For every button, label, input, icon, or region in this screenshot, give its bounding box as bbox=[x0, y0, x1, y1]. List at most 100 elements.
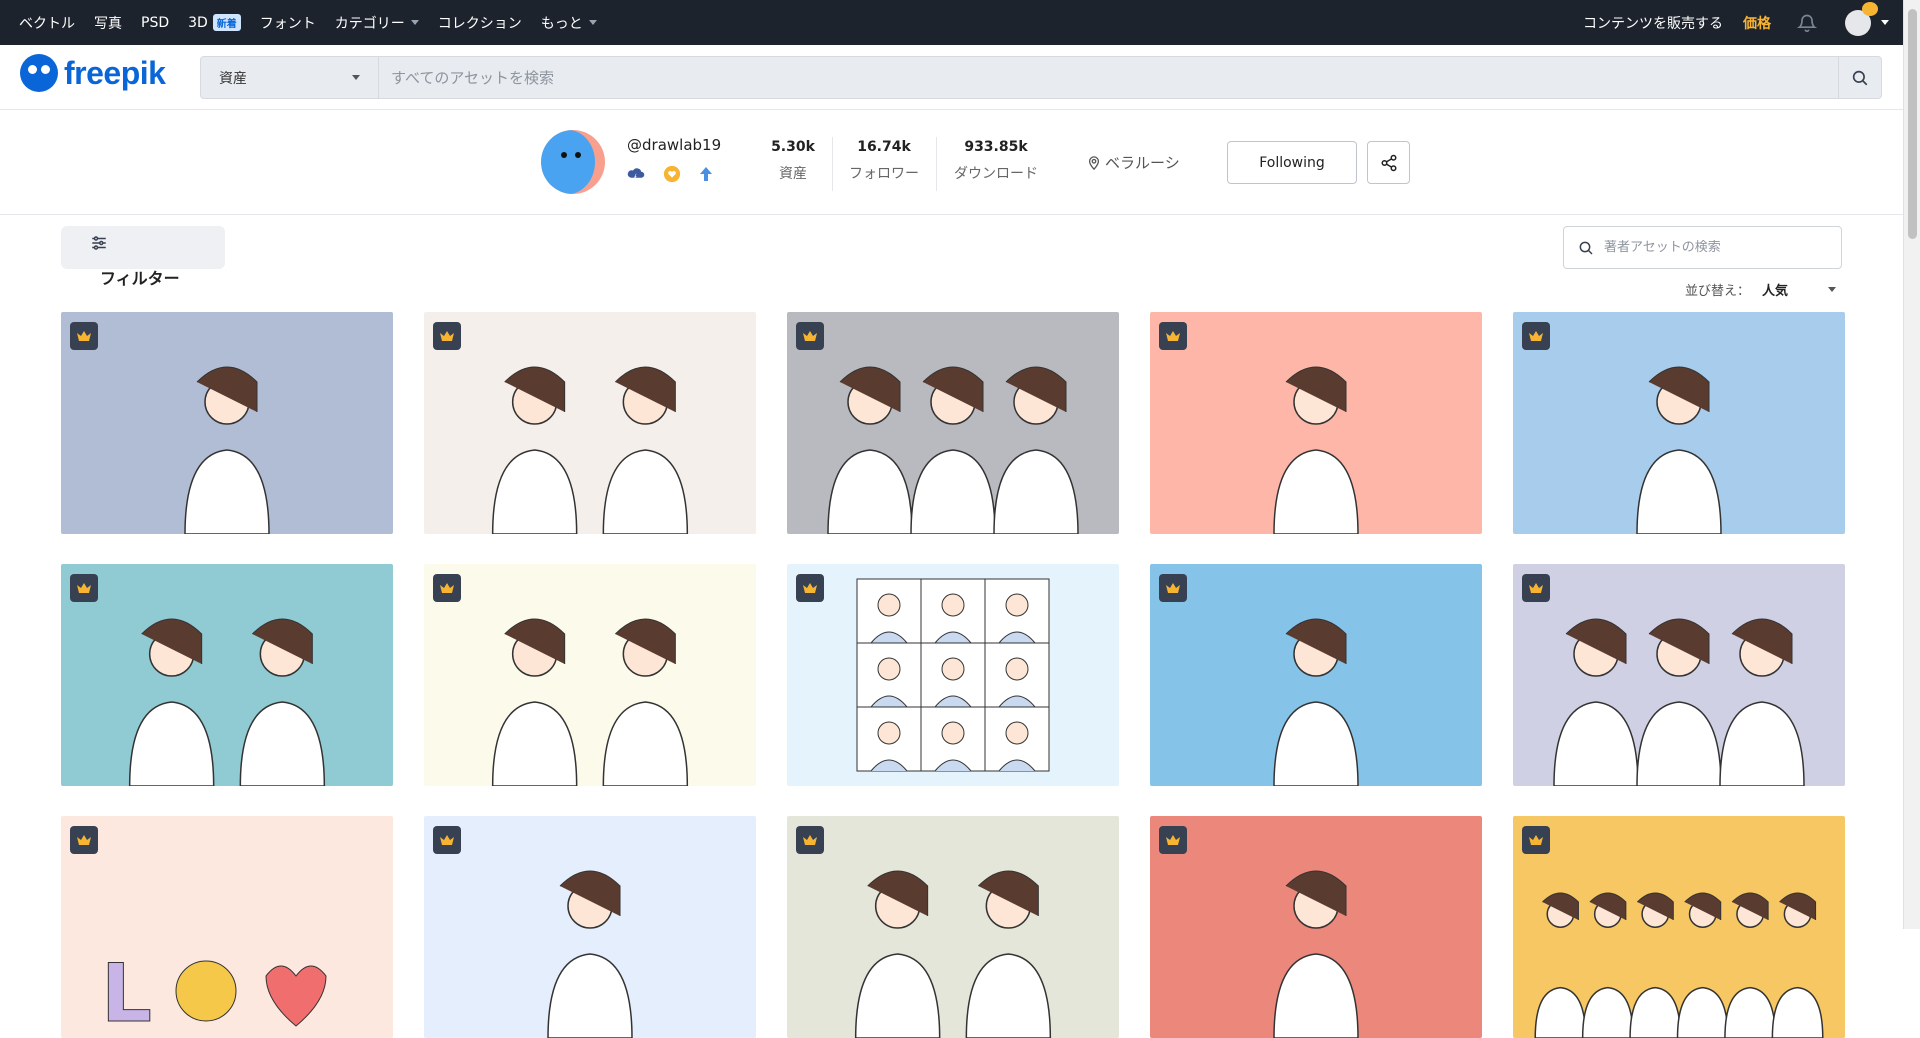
illustration-image bbox=[547, 870, 633, 1038]
stat-value: 16.74k bbox=[857, 139, 911, 155]
stat-downloads: 933.85k ダウンロード bbox=[950, 139, 1042, 183]
asset-card-celebrating-crowd[interactable] bbox=[1513, 816, 1845, 1038]
share-icon bbox=[1381, 154, 1396, 171]
premium-badge bbox=[1159, 826, 1187, 854]
illustration-image bbox=[1636, 366, 1722, 534]
asset-card-surprised-women[interactable] bbox=[61, 564, 393, 786]
nav-3d[interactable]: 3D 新着 bbox=[188, 14, 241, 31]
illustration-image bbox=[1273, 618, 1359, 786]
crown-icon bbox=[1166, 583, 1180, 593]
bell-icon[interactable] bbox=[1797, 13, 1817, 33]
illustration-image bbox=[1534, 892, 1824, 1038]
premium-badge bbox=[70, 322, 98, 350]
premium-badge bbox=[70, 574, 98, 602]
stat-label: 資産 bbox=[779, 166, 807, 182]
asset-card-love-letters[interactable]: L bbox=[61, 816, 393, 1038]
asset-card-video-call-grid[interactable] bbox=[787, 564, 1119, 786]
asset-card-upset-woman[interactable] bbox=[1150, 816, 1482, 1038]
illustration-image bbox=[128, 618, 326, 786]
asset-card-call-center-team[interactable] bbox=[1513, 564, 1845, 786]
chevron-down-icon[interactable] bbox=[1881, 20, 1889, 25]
scrollbar-thumb[interactable] bbox=[1908, 9, 1917, 239]
asset-card-thumbs-up-person[interactable] bbox=[1150, 564, 1482, 786]
author-username: @drawlab19 bbox=[627, 136, 722, 154]
crown-icon bbox=[803, 331, 817, 341]
pricing-link[interactable]: 価格 bbox=[1743, 13, 1771, 33]
site-header: freepik 資産 bbox=[0, 45, 1903, 110]
filter-button[interactable] bbox=[61, 226, 225, 269]
sliders-icon bbox=[92, 236, 106, 250]
asset-card-thinking-woman-lightbulb[interactable] bbox=[1513, 312, 1845, 534]
nav-label: ベクトル bbox=[19, 15, 75, 32]
illustration-image bbox=[1273, 870, 1359, 1038]
author-badges bbox=[627, 165, 713, 183]
stat-followers: 16.74k フォロワー bbox=[846, 139, 922, 183]
crown-icon bbox=[1862, 1, 1878, 16]
heart-medal-icon bbox=[663, 165, 681, 183]
logo-mascot-icon bbox=[20, 54, 58, 92]
chevron-down-icon bbox=[410, 20, 419, 25]
location-pin-icon bbox=[1088, 155, 1100, 170]
nav-psd[interactable]: PSD bbox=[141, 15, 169, 31]
stat-label: ダウンロード bbox=[954, 166, 1038, 182]
illustration-image bbox=[1553, 618, 1805, 786]
premium-badge bbox=[796, 826, 824, 854]
search-type-select[interactable]: 資産 bbox=[201, 57, 379, 98]
crown-icon bbox=[77, 331, 91, 341]
search-icon bbox=[1852, 70, 1868, 85]
asset-card-doctor-online[interactable] bbox=[424, 816, 756, 1038]
author-location: ベラルーシ bbox=[1088, 152, 1180, 173]
search-icon bbox=[1579, 241, 1593, 255]
chevron-down-icon bbox=[352, 75, 360, 80]
top-navigation-bar: ベクトル 写真 PSD 3D 新着 フォント カテゴリー コレクション もっと コ… bbox=[0, 0, 1920, 45]
crown-icon bbox=[1529, 331, 1543, 341]
nav-vectors[interactable]: ベクトル bbox=[19, 13, 75, 33]
search-type-label: 資産 bbox=[219, 70, 247, 87]
stat-assets: 5.30k 資産 bbox=[768, 139, 818, 183]
filter-label: フィルター bbox=[100, 269, 180, 288]
premium-badge bbox=[1522, 826, 1550, 854]
nav-categories[interactable]: カテゴリー bbox=[335, 13, 419, 33]
stat-divider bbox=[832, 137, 833, 191]
sort-dropdown[interactable]: 並び替え： 人気 bbox=[1685, 280, 1837, 299]
search-button[interactable] bbox=[1838, 57, 1881, 98]
sell-content-link[interactable]: コンテンツを販売する bbox=[1583, 13, 1723, 33]
search-input[interactable] bbox=[379, 57, 1838, 98]
crown-icon bbox=[440, 331, 454, 341]
nav-label: カテゴリー bbox=[334, 15, 405, 32]
illustration-image bbox=[827, 366, 1079, 534]
main-nav: ベクトル 写真 PSD 3D 新着 フォント カテゴリー コレクション もっと bbox=[19, 13, 616, 33]
svg-text:L: L bbox=[101, 947, 152, 1038]
author-asset-search-input[interactable] bbox=[1604, 240, 1824, 255]
asset-card-girl-studying-tablet[interactable] bbox=[1150, 312, 1482, 534]
illustration-image bbox=[184, 366, 270, 534]
premium-badge bbox=[1522, 322, 1550, 350]
following-button[interactable]: Following bbox=[1227, 141, 1357, 184]
freepik-logo[interactable]: freepik bbox=[20, 54, 166, 92]
premium-badge bbox=[1159, 574, 1187, 602]
nav-more[interactable]: もっと bbox=[541, 13, 597, 33]
nav-label: フォント bbox=[259, 15, 316, 32]
page-scrollbar[interactable] bbox=[1903, 0, 1920, 929]
nav-collections[interactable]: コレクション bbox=[438, 13, 522, 33]
asset-card-elderly-couple[interactable] bbox=[787, 816, 1119, 1038]
asset-card-sad-women-rain[interactable] bbox=[787, 312, 1119, 534]
user-avatar[interactable] bbox=[1845, 1, 1878, 36]
nav-photos[interactable]: 写真 bbox=[94, 13, 122, 33]
premium-badge bbox=[1159, 322, 1187, 350]
crown-icon bbox=[440, 583, 454, 593]
illustration-image bbox=[856, 578, 1050, 772]
stat-value: 5.30k bbox=[771, 139, 815, 155]
illustration-image: L bbox=[101, 947, 327, 1038]
asset-card-couple-hugging[interactable] bbox=[424, 564, 756, 786]
sort-value: 人気 bbox=[1762, 284, 1789, 299]
share-button[interactable] bbox=[1367, 141, 1410, 184]
top-right-actions: コンテンツを販売する 価格 bbox=[1583, 0, 1903, 45]
asset-card-idea-couple[interactable] bbox=[424, 312, 756, 534]
nav-fonts[interactable]: フォント bbox=[260, 13, 316, 33]
nav-label: 3D bbox=[188, 14, 208, 31]
asset-card-stressed-woman[interactable] bbox=[61, 312, 393, 534]
location-label: ベラルーシ bbox=[1105, 154, 1180, 172]
nav-label: 写真 bbox=[94, 15, 122, 32]
new-badge: 新着 bbox=[212, 14, 241, 31]
